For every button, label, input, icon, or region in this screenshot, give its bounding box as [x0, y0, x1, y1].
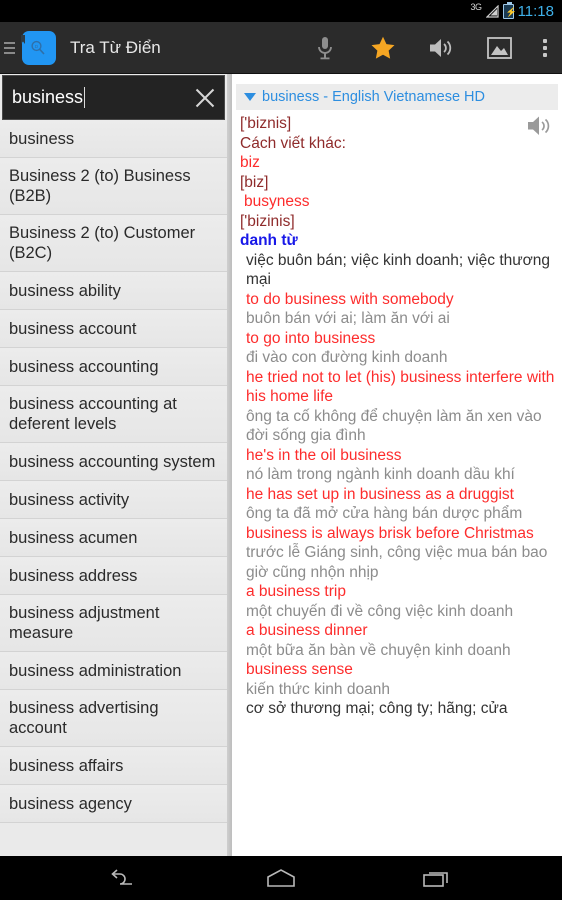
- microphone-icon[interactable]: [296, 22, 354, 74]
- back-button[interactable]: [102, 863, 148, 893]
- search-input[interactable]: business: [2, 75, 225, 120]
- entry-header[interactable]: business - English Vietnamese HD: [236, 84, 558, 110]
- list-item[interactable]: business address: [0, 557, 227, 595]
- battery-charging-icon: ⚡: [502, 1, 517, 19]
- entry-line: đi vào con đường kinh doanh: [246, 349, 448, 366]
- list-item[interactable]: business account: [0, 310, 227, 348]
- signal-strength-icon: [485, 4, 499, 18]
- dictionary-book-icon: D: [22, 30, 56, 65]
- entry-header-label: business - English Vietnamese HD: [262, 89, 485, 105]
- list-item-label: Business 2 (to) Customer (B2C): [9, 224, 196, 262]
- list-item[interactable]: business accounting: [0, 348, 227, 386]
- entry-line: biz: [240, 154, 260, 171]
- entry-line: he tried not to let (his) business inter…: [246, 368, 555, 406]
- list-item-label: business advertising account: [9, 699, 159, 737]
- search-input-value: business: [12, 87, 84, 107]
- list-item-label: business adjustment measure: [9, 604, 160, 642]
- entry-lines: ['biznis] Cách viết khác: biz [biz] busyness…: [240, 114, 556, 719]
- speaker-icon[interactable]: [412, 22, 470, 74]
- status-bar: 3G ⚡ 11:18: [0, 0, 562, 22]
- entry-body: ['biznis] Cách viết khác: biz [biz] busyness…: [232, 110, 562, 719]
- list-item-label: business account: [9, 319, 137, 338]
- svg-text:D: D: [35, 44, 39, 49]
- list-item-label: business agency: [9, 794, 132, 813]
- entry-line: buôn bán với ai; làm ăn với ai: [246, 310, 450, 327]
- entry-line: a business trip: [246, 583, 346, 600]
- entry-line: một bữa ăn bàn về chuyện kinh doanh: [246, 641, 511, 659]
- list-item[interactable]: business agency: [0, 785, 227, 823]
- entry-line: trước lễ Giáng sinh, công việc mua bán b…: [246, 544, 548, 581]
- entry-line: danh từ: [240, 232, 298, 249]
- recents-button[interactable]: [414, 863, 460, 893]
- list-item[interactable]: business administration: [0, 652, 227, 690]
- list-item[interactable]: business accounting at deferent levels: [0, 386, 227, 443]
- entry-line: to go into business: [246, 329, 376, 347]
- entry-line: kiến thức kinh doanh: [246, 680, 390, 698]
- list-item[interactable]: business: [0, 120, 227, 158]
- list-item[interactable]: business affairs: [0, 747, 227, 785]
- list-item[interactable]: business adjustment measure: [0, 595, 227, 652]
- entry-line: ông ta đã mở cửa hàng bán dược phẩm: [246, 505, 523, 522]
- list-item-label: business affairs: [9, 756, 124, 775]
- list-item[interactable]: business acumen: [0, 519, 227, 557]
- entry-line: busyness: [244, 193, 310, 210]
- list-item[interactable]: business advertising account: [0, 690, 227, 747]
- speaker-icon[interactable]: [526, 114, 554, 143]
- list-item-label: business: [9, 129, 75, 148]
- action-bar: D Tra Từ Điển: [0, 22, 562, 74]
- action-bar-actions: [296, 22, 562, 74]
- list-item[interactable]: Business 2 (to) Customer (B2C): [0, 215, 227, 272]
- entry-line: [biz]: [240, 173, 269, 191]
- overflow-menu-icon[interactable]: [528, 22, 562, 74]
- entry-line: ['bizinis]: [240, 212, 295, 230]
- drawer-handle-icon[interactable]: [2, 41, 16, 54]
- star-icon[interactable]: [354, 22, 412, 74]
- search-results-pane: business business Business 2 (to) Busines…: [0, 74, 227, 856]
- list-item[interactable]: business activity: [0, 481, 227, 519]
- chevron-down-icon[interactable]: [244, 93, 256, 101]
- entry-line: to do business with somebody: [246, 290, 454, 308]
- status-clock: 11:18: [517, 2, 554, 20]
- list-item-label: business activity: [9, 490, 130, 509]
- navigation-bar: [0, 856, 562, 900]
- text-caret: [84, 87, 86, 108]
- image-icon[interactable]: [470, 22, 528, 74]
- entry-line: ông ta cố không để chuyện làm ăn xen vào…: [246, 407, 542, 445]
- entry-line: việc buôn bán; việc kinh doanh; việc thư…: [246, 251, 551, 289]
- list-item-label: business acumen: [9, 528, 138, 547]
- list-item-label: business ability: [9, 281, 121, 300]
- list-item-label: business accounting: [9, 357, 159, 376]
- entry-line: cơ sở thương mại; công ty; hãng; cửa: [246, 700, 508, 717]
- home-button[interactable]: [258, 863, 304, 893]
- android-screen: 3G ⚡ 11:18 D Tra Từ Điển business busine…: [0, 0, 562, 900]
- network-type-label: 3G: [470, 2, 483, 12]
- list-item-label: business accounting at deferent levels: [9, 395, 177, 433]
- word-list[interactable]: business Business 2 (to) Business (B2B) Bu…: [0, 120, 227, 855]
- entry-line: business is always brisk before Christma…: [246, 524, 534, 542]
- list-item[interactable]: business accounting system: [0, 443, 227, 481]
- entry-line: Cách viết khác:: [240, 134, 346, 152]
- entry-line: ['biznis]: [240, 115, 292, 132]
- entry-line: he's in the oil business: [246, 446, 402, 464]
- entry-line: business sense: [246, 661, 353, 678]
- list-item[interactable]: business ability: [0, 272, 227, 310]
- list-item-label: business address: [9, 566, 138, 585]
- entry-line: một chuyến đi về công việc kinh doanh: [246, 602, 514, 620]
- list-item-label: business accounting system: [9, 452, 216, 471]
- entry-line: nó làm trong ngành kinh doanh dầu khí: [246, 466, 515, 483]
- entry-line: a business dinner: [246, 622, 368, 639]
- definition-pane[interactable]: business - English Vietnamese HD ['bizni…: [232, 74, 562, 856]
- app-title: Tra Từ Điển: [70, 37, 161, 57]
- list-item-label: business administration: [9, 661, 182, 680]
- status-bar-right: 3G ⚡ 11:18: [470, 1, 554, 20]
- entry-line: he has set up in business as a druggist: [246, 485, 514, 503]
- close-icon[interactable]: [192, 85, 218, 111]
- list-item-label: Business 2 (to) Business (B2B): [9, 167, 191, 205]
- list-item[interactable]: Business 2 (to) Business (B2B): [0, 158, 227, 215]
